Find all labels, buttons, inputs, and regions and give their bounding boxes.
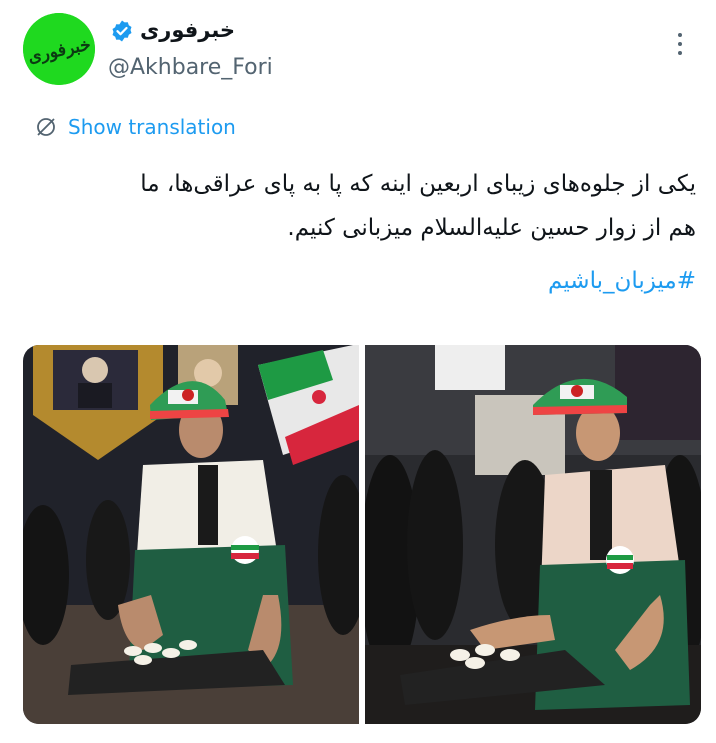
show-translation-button[interactable]: Show translation [34,112,236,142]
tweet-text: یکی از جلوه‌های زیبای اربعین اینه که پا … [16,162,696,250]
author-display-name[interactable]: خبرفوری [140,18,235,42]
avatar[interactable]: خبرفوری [23,13,95,85]
tweet-text-line: هم از زوار حسین علیه‌السلام میزبانی کنیم… [287,215,696,241]
tweet-photo-right[interactable] [365,345,701,724]
globe-slash-icon [37,118,55,136]
hashtag-link[interactable]: #میزبان_باشیم [548,268,696,294]
tweet-photo-left[interactable] [23,345,359,724]
tweet-header: خبرفوری خبرفوری @Akhbare_Fori [0,0,716,100]
media-grid [23,345,701,724]
show-translation-label: Show translation [68,115,236,139]
verified-badge-icon [112,20,132,42]
tweet-text-line: یکی از جلوه‌های زیبای اربعین اینه که پا … [140,171,696,197]
more-options-icon[interactable] [670,28,690,62]
author-handle[interactable]: @Akhbare_Fori [108,55,273,80]
